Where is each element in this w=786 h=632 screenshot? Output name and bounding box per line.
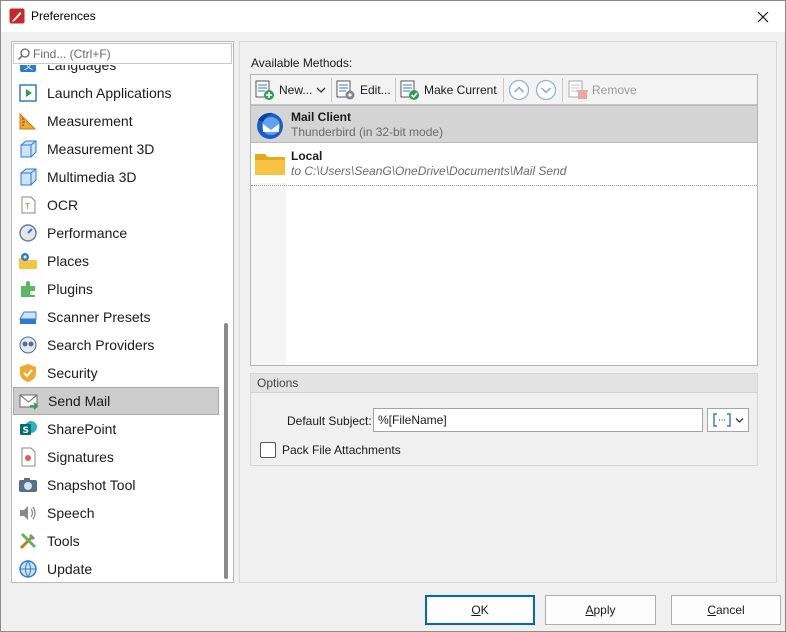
multimedia-3d-icon xyxy=(17,166,39,188)
scanner-presets-icon xyxy=(17,306,39,328)
category-scrollbar[interactable] xyxy=(220,65,233,582)
ok-button[interactable]: OK xyxy=(425,595,535,625)
security-icon xyxy=(17,362,39,384)
sharepoint-icon: S xyxy=(17,418,39,440)
search-providers-icon xyxy=(17,334,39,356)
sidebar-item-measurement[interactable]: Measurement xyxy=(13,107,219,135)
launch-applications-icon xyxy=(17,82,39,104)
pack-file-attachments-checkbox[interactable] xyxy=(260,442,276,458)
thunderbird-icon xyxy=(257,112,283,139)
new-button[interactable]: New... xyxy=(254,77,326,103)
svg-text:文: 文 xyxy=(24,65,33,72)
default-subject-input[interactable] xyxy=(373,408,703,432)
toolbar-separator xyxy=(395,78,396,102)
sidebar-item-send-mail[interactable]: Send Mail xyxy=(13,387,219,415)
measurement-icon xyxy=(17,110,39,132)
speech-icon xyxy=(17,502,39,524)
make-current-icon xyxy=(399,79,421,101)
list-divider xyxy=(251,185,757,186)
sidebar-item-performance[interactable]: Performance xyxy=(13,219,219,247)
sidebar-item-tools[interactable]: Tools xyxy=(13,527,219,555)
methods-toolbar: New... Edit... Make Current Remove xyxy=(251,75,757,105)
chevron-down-icon xyxy=(316,87,326,93)
options-group: Options Default Subject: Pack File Attac… xyxy=(250,373,758,466)
search-input[interactable] xyxy=(33,45,229,62)
svg-text:T: T xyxy=(24,202,30,211)
options-header: Options xyxy=(251,374,757,393)
languages-icon: 文 xyxy=(17,65,39,76)
method-row-mail-client[interactable]: Mail Client Thunderbird (in 32-bit mode) xyxy=(251,105,757,143)
pack-file-attachments-label: Pack File Attachments xyxy=(282,443,401,457)
tools-icon xyxy=(17,530,39,552)
category-list: 文 Languages Launch Applications Measurem… xyxy=(13,65,219,582)
macro-brackets-icon xyxy=(712,413,731,427)
scroll-thumb[interactable] xyxy=(224,323,228,579)
close-icon xyxy=(757,11,769,22)
apply-button[interactable]: Apply xyxy=(545,595,656,625)
sidebar-item-places[interactable]: Places xyxy=(13,247,219,275)
sidebar-item-plugins[interactable]: Plugins xyxy=(13,275,219,303)
dialog-button-bar: OK Apply Cancel xyxy=(1,589,785,631)
sidebar-item-launch-applications[interactable]: Launch Applications xyxy=(13,79,219,107)
toolbar-separator xyxy=(331,78,332,102)
title-bar: Preferences xyxy=(1,1,785,32)
snapshot-tool-icon xyxy=(17,474,39,496)
app-icon xyxy=(9,8,25,24)
move-up-button[interactable] xyxy=(508,79,530,101)
send-mail-icon xyxy=(18,390,40,412)
search-box xyxy=(13,43,232,64)
new-icon xyxy=(254,79,276,101)
sidebar-item-languages[interactable]: 文 Languages xyxy=(13,65,219,79)
sidebar-item-security[interactable]: Security xyxy=(13,359,219,387)
window-title: Preferences xyxy=(31,9,96,23)
sidebar-item-sharepoint[interactable]: S SharePoint xyxy=(13,415,219,443)
sidebar-item-measurement-3d[interactable]: Measurement 3D xyxy=(13,135,219,163)
method-row-local[interactable]: Local to C:\Users\SeanG\OneDrive\Documen… xyxy=(251,145,757,183)
sidebar-item-multimedia-3d[interactable]: Multimedia 3D xyxy=(13,163,219,191)
signatures-icon xyxy=(17,446,39,468)
list-gutter xyxy=(251,183,286,365)
available-methods-label: Available Methods: xyxy=(251,56,353,70)
sidebar-item-update[interactable]: Update xyxy=(13,555,219,582)
remove-button[interactable]: Remove xyxy=(567,77,637,103)
send-mail-settings: Available Methods: New... Edit... Make C… xyxy=(239,41,777,583)
search-icon xyxy=(17,48,30,61)
remove-icon xyxy=(567,79,589,101)
ocr-icon: T xyxy=(17,194,39,216)
chevron-down-icon xyxy=(735,417,743,423)
performance-icon xyxy=(17,222,39,244)
sidebar-item-snapshot-tool[interactable]: Snapshot Tool xyxy=(13,471,219,499)
sidebar-item-speech[interactable]: Speech xyxy=(13,499,219,527)
make-current-button[interactable]: Make Current xyxy=(399,77,497,103)
edit-icon xyxy=(335,79,357,101)
measurement-3d-icon xyxy=(17,138,39,160)
sidebar-item-signatures[interactable]: Signatures xyxy=(13,443,219,471)
svg-text:S: S xyxy=(23,426,29,436)
sidebar-item-ocr[interactable]: T OCR xyxy=(13,191,219,219)
category-panel: 文 Languages Launch Applications Measurem… xyxy=(11,41,234,583)
folder-icon xyxy=(255,154,285,175)
toolbar-separator xyxy=(562,78,563,102)
places-icon xyxy=(17,250,39,272)
toolbar-separator xyxy=(503,78,504,102)
close-button[interactable] xyxy=(741,1,785,32)
options-title: Options xyxy=(257,376,299,390)
sidebar-item-scanner-presets[interactable]: Scanner Presets xyxy=(13,303,219,331)
move-down-button[interactable] xyxy=(535,79,557,101)
update-icon xyxy=(17,558,39,580)
edit-button[interactable]: Edit... xyxy=(335,77,391,103)
cancel-button[interactable]: Cancel xyxy=(671,595,781,625)
methods-list: New... Edit... Make Current Remove Mail … xyxy=(250,74,758,366)
preferences-dialog: Preferences 文 Languages xyxy=(0,0,786,632)
insert-macro-button[interactable] xyxy=(707,408,749,432)
plugins-icon xyxy=(17,278,39,300)
sidebar-item-search-providers[interactable]: Search Providers xyxy=(13,331,219,359)
default-subject-label: Default Subject: xyxy=(287,414,372,428)
